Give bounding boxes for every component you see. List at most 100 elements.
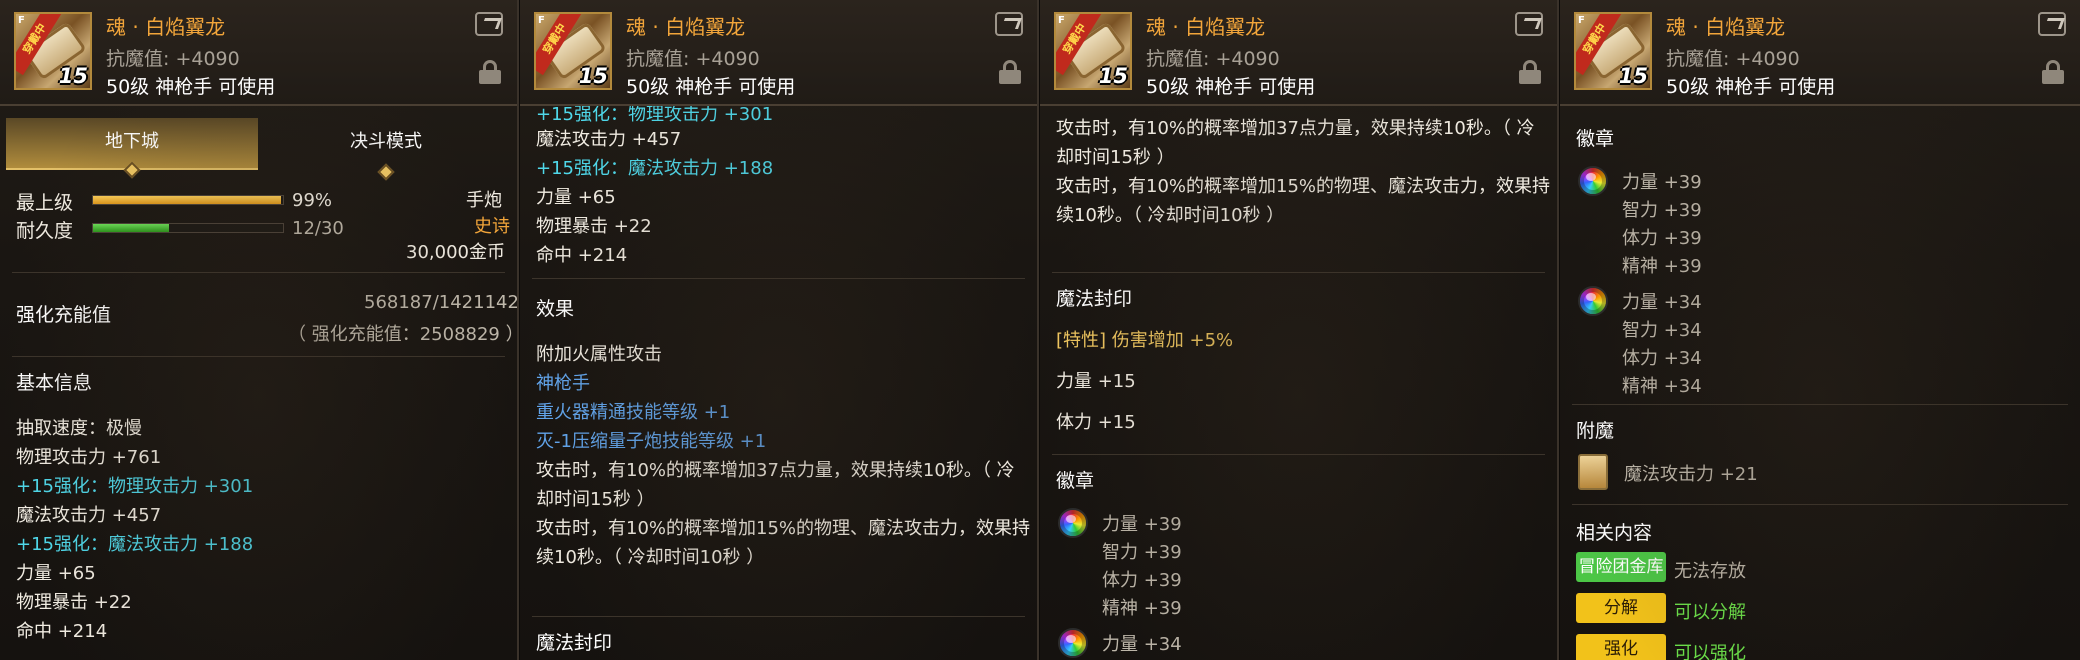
- emblem-title: 徽章: [1576, 128, 1615, 150]
- seal-title: 魔法封印: [1056, 288, 1133, 310]
- emblem-stat: 精神 +39: [1102, 598, 1182, 619]
- item-scroll-icon: 穿戴中 F 15: [14, 12, 92, 90]
- corner-mark: F: [1058, 15, 1065, 26]
- item-body: +15强化：物理攻击力 +301 魔法攻击力 +457 +15强化：魔法攻击力 …: [520, 104, 1037, 660]
- divider: [1572, 404, 2068, 405]
- item-scroll-icon: 穿戴中 F 15: [1054, 12, 1132, 90]
- enhance-level: 15: [578, 64, 608, 88]
- stat-line: 物理暴击 +22: [16, 592, 132, 613]
- stat-line: 魔法攻击力 +457: [536, 129, 682, 150]
- stat-line: 抽取速度：极慢: [16, 418, 142, 439]
- lock-icon[interactable]: [1519, 60, 1541, 84]
- emblem-stat: 力量 +39: [1622, 172, 1702, 193]
- emblem-stat: 体力 +39: [1102, 570, 1182, 591]
- stat-line: 物理攻击力 +761: [16, 447, 162, 468]
- item-body: 地下城 决斗模式 最上级 99% 手炮 耐久度 12/30 史诗 30,000金…: [0, 108, 517, 660]
- item-tooltip-panel-1: 穿戴中 F 15 魂 · 白焰翼龙 抗魔值: +4090 50级 神枪手 可使用…: [0, 0, 519, 660]
- storage-status: 无法存放: [1674, 561, 1746, 582]
- corner-mark: F: [1578, 15, 1585, 26]
- lock-icon[interactable]: [479, 60, 501, 84]
- basic-info-title: 基本信息: [16, 372, 93, 394]
- item-resist: 抗魔值: +4090: [1666, 48, 1800, 70]
- item-usable: 50级 神枪手 可使用: [106, 76, 276, 98]
- emblem-stat: 智力 +39: [1622, 200, 1702, 221]
- stat-line: 命中 +214: [16, 621, 108, 642]
- rarity: 史诗: [474, 216, 510, 237]
- grade-bar: [92, 195, 284, 205]
- seal-title: 魔法封印: [536, 632, 613, 654]
- item-scroll-icon: 穿戴中 F 15: [534, 12, 612, 90]
- item-header: 穿戴中 F 15 魂 · 白焰翼龙 抗魔值: +4090 50级 神枪手 可使用: [520, 0, 1037, 106]
- item-header: 穿戴中 F 15 魂 · 白焰翼龙 抗魔值: +4090 50级 神枪手 可使用: [0, 0, 517, 106]
- item-usable: 50级 神枪手 可使用: [626, 76, 796, 98]
- divider: [12, 272, 505, 273]
- enhance-level: 15: [1618, 64, 1648, 88]
- divider: [532, 616, 1025, 617]
- effect-line: 却时间15秒 ）: [1056, 147, 1175, 168]
- tab-pvp[interactable]: 决斗模式: [260, 118, 512, 181]
- durability-label: 耐久度: [16, 220, 74, 242]
- share-icon[interactable]: [475, 12, 503, 36]
- emblem-stat: 精神 +39: [1622, 256, 1702, 277]
- lock-icon[interactable]: [2042, 60, 2064, 84]
- storage-tag: 冒险团金库: [1576, 552, 1666, 582]
- disassemble-tag: 分解: [1576, 593, 1666, 623]
- share-icon[interactable]: [2038, 12, 2066, 36]
- disassemble-status: 可以分解: [1674, 602, 1746, 623]
- item-title: 魂 · 白焰翼龙: [1146, 15, 1266, 39]
- rainbow-emblem-icon: [1058, 508, 1088, 538]
- enchant-value: 魔法攻击力 +21: [1624, 464, 1758, 485]
- emblem-stat: 力量 +34: [1102, 634, 1182, 655]
- tab-dungeon[interactable]: 地下城: [6, 118, 258, 179]
- effect-line: 重火器精通技能等级 +1: [536, 402, 731, 423]
- stat-line: 力量 +65: [16, 563, 96, 584]
- item-resist: 抗魔值: +4090: [1146, 48, 1280, 70]
- emblem-stat: 智力 +39: [1102, 542, 1182, 563]
- rainbow-emblem-icon: [1578, 166, 1608, 196]
- enhance-level: 15: [1098, 64, 1128, 88]
- lock-icon[interactable]: [999, 60, 1021, 84]
- enchant-card-icon: [1578, 454, 1608, 490]
- item-resist: 抗魔值: +4090: [106, 48, 240, 70]
- effect-line: 攻击时，有10%的概率增加15%的物理、魔法攻击力，效果持: [536, 518, 1031, 539]
- stat-line: 力量 +65: [536, 187, 616, 208]
- stat-line: 物理暴击 +22: [536, 216, 652, 237]
- charge-value: 568187/1421142: [364, 292, 519, 313]
- grade-value: 99%: [292, 190, 333, 211]
- effect-line: 攻击时，有10%的概率增加37点力量，效果持续10秒。（ 冷: [536, 460, 1015, 481]
- item-scroll-icon: 穿戴中 F 15: [1574, 12, 1652, 90]
- enchant-title: 附魔: [1576, 420, 1615, 442]
- item-title: 魂 · 白焰翼龙: [626, 15, 746, 39]
- item-header: 穿戴中 F 15 魂 · 白焰翼龙 抗魔值: +4090 50级 神枪手 可使用: [1040, 0, 1557, 106]
- emblem-stat: 体力 +34: [1622, 348, 1702, 369]
- item-header: 穿戴中 F 15 魂 · 白焰翼龙 抗魔值: +4090 50级 神枪手 可使用: [1560, 0, 2080, 106]
- stat-line: 命中 +214: [536, 245, 628, 266]
- effect-line: 续10秒。（ 冷却时间10秒 ）: [1056, 205, 1285, 226]
- effect-line: 附加火属性攻击: [536, 344, 662, 365]
- related-title: 相关内容: [1576, 522, 1653, 544]
- item-usable: 50级 神枪手 可使用: [1666, 76, 1836, 98]
- divider: [1052, 272, 1545, 273]
- item-resist: 抗魔值: +4090: [626, 48, 760, 70]
- divider: [1052, 454, 1545, 455]
- share-icon[interactable]: [1515, 12, 1543, 36]
- emblem-stat: 精神 +34: [1622, 376, 1702, 397]
- item-tooltip-panel-2: 穿戴中 F 15 魂 · 白焰翼龙 抗魔值: +4090 50级 神枪手 可使用…: [520, 0, 1039, 660]
- item-tooltip-panel-3: 穿戴中 F 15 魂 · 白焰翼龙 抗魔值: +4090 50级 神枪手 可使用…: [1040, 0, 1559, 660]
- price: 30,000金币: [406, 242, 505, 263]
- grade-label: 最上级: [16, 192, 74, 214]
- effect-line: 攻击时，有10%的概率增加15%的物理、魔法攻击力，效果持: [1056, 176, 1551, 197]
- seal-stat: 体力 +15: [1056, 412, 1136, 433]
- effect-line: 灭-1压缩量子炮技能等级 +1: [536, 431, 767, 452]
- stat-line: 魔法攻击力 +457: [16, 505, 162, 526]
- stat-line: +15强化：物理攻击力 +301: [16, 476, 254, 497]
- item-title: 魂 · 白焰翼龙: [106, 15, 226, 39]
- emblem-title: 徽章: [1056, 470, 1095, 492]
- corner-mark: F: [538, 15, 545, 26]
- emblem-stat: 智力 +34: [1622, 320, 1702, 341]
- durability-bar: [92, 223, 284, 233]
- item-tooltip-panel-4: 穿戴中 F 15 魂 · 白焰翼龙 抗魔值: +4090 50级 神枪手 可使用…: [1560, 0, 2080, 660]
- share-icon[interactable]: [995, 12, 1023, 36]
- rainbow-emblem-icon: [1058, 628, 1088, 658]
- item-body: 徽章 力量 +39 智力 +39 体力 +39 精神 +39 力量 +34 智力…: [1560, 108, 2080, 660]
